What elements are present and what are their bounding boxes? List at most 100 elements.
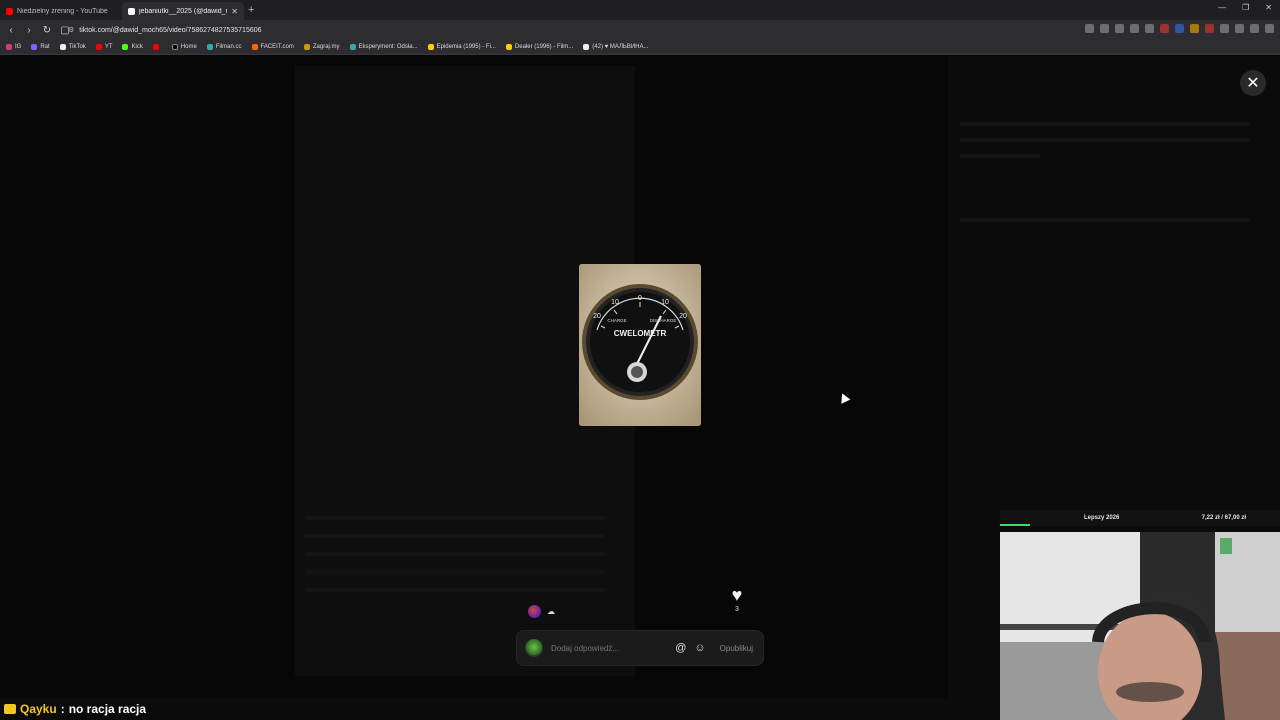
bookmark-icon bbox=[206, 44, 213, 50]
minimize-icon[interactable]: — bbox=[1218, 3, 1226, 12]
user-avatar[interactable] bbox=[528, 605, 541, 618]
extension-icon[interactable] bbox=[1085, 24, 1094, 33]
like-button[interactable]: ♥ 3 bbox=[726, 586, 748, 613]
donation-goal: Lepszy 2026 7,22 zł / 67,00 zł bbox=[1000, 510, 1280, 526]
goal-amount: 7,22 zł / 67,00 zł bbox=[1201, 515, 1246, 521]
gauge-scale-label: 0 bbox=[638, 295, 642, 302]
menu-icon[interactable] bbox=[1265, 24, 1274, 33]
cloud-icon: ☁ bbox=[547, 607, 555, 616]
tab-youtube[interactable]: Niedzielny żrening - YouTube bbox=[0, 2, 122, 20]
extension-icon[interactable] bbox=[1100, 24, 1109, 33]
gauge-discharge-label: DISCHARGE bbox=[650, 318, 677, 323]
tab-tiktok[interactable]: jebaniutki__2025 (@dawid_moc ✕ bbox=[122, 2, 244, 20]
close-window-icon[interactable]: ✕ bbox=[1265, 3, 1272, 12]
emoji-icon[interactable]: ☺ bbox=[694, 642, 705, 654]
close-tab-icon[interactable]: ✕ bbox=[231, 7, 238, 16]
background-text bbox=[960, 122, 1250, 126]
background-text bbox=[305, 588, 605, 592]
background-text bbox=[305, 570, 605, 574]
back-icon[interactable]: ‹ bbox=[6, 25, 16, 36]
reply-input[interactable] bbox=[551, 643, 668, 653]
bookmark-item[interactable]: Dealer (1996) - Film... bbox=[505, 44, 573, 50]
bookmark-icon bbox=[349, 44, 356, 50]
extension-icon[interactable] bbox=[1175, 24, 1184, 33]
restore-icon[interactable]: ❐ bbox=[1242, 3, 1249, 12]
download-icon[interactable] bbox=[1220, 24, 1229, 33]
bookmark-item[interactable]: YT bbox=[95, 44, 112, 50]
webcam-image bbox=[1000, 532, 1280, 720]
faceit-icon bbox=[251, 44, 258, 50]
extension-icon[interactable] bbox=[1160, 24, 1169, 33]
chat-username: Qayku bbox=[20, 702, 57, 716]
close-icon: ✕ bbox=[1246, 75, 1260, 92]
bookmark-item[interactable]: Epidemia (1995) - Fi... bbox=[427, 44, 496, 50]
mention-icon[interactable]: @ bbox=[675, 642, 686, 654]
close-button[interactable]: ✕ bbox=[1240, 70, 1266, 96]
bookmark-item[interactable]: Filman.cc bbox=[206, 44, 242, 50]
background-text bbox=[305, 552, 605, 556]
youtube-icon bbox=[6, 7, 13, 15]
gauge-scale-label: 10 bbox=[611, 299, 619, 306]
tab-title: jebaniutki__2025 (@dawid_moc bbox=[139, 7, 227, 15]
bookmark-item[interactable]: TikTok bbox=[59, 44, 86, 50]
publish-button[interactable]: Opublikuj bbox=[720, 644, 753, 653]
bookmark-item[interactable]: IG bbox=[6, 44, 21, 50]
gauge-scale-label: 20 bbox=[593, 313, 601, 320]
extension-icon[interactable] bbox=[1115, 24, 1124, 33]
gauge-charge-label: CHARGE bbox=[607, 318, 626, 323]
bookmark-item[interactable]: (42) ♥ МАЛЬВИНА... bbox=[583, 44, 649, 50]
extensions bbox=[1085, 24, 1274, 33]
webcam-feed bbox=[1000, 532, 1280, 720]
site-info-icon[interactable]: ⚙ bbox=[68, 26, 74, 34]
background-text bbox=[305, 534, 605, 538]
like-count: 3 bbox=[735, 606, 739, 613]
youtube-icon bbox=[95, 44, 102, 50]
url-text: tiktok.com/@dawid_moch65/video/758627482… bbox=[79, 26, 262, 34]
zoom-icon[interactable] bbox=[1130, 24, 1139, 33]
youtube-icon bbox=[152, 44, 159, 50]
bookmark-item[interactable]: Home bbox=[171, 44, 197, 50]
background-text bbox=[305, 516, 605, 520]
avatar bbox=[525, 639, 543, 657]
instagram-icon bbox=[6, 44, 12, 50]
gauge-scale-label: 20 bbox=[679, 313, 687, 320]
tiktok-icon bbox=[583, 44, 590, 50]
extension-icon[interactable] bbox=[1205, 24, 1214, 33]
bookmarks-bar: IG Rat TikTok YT Kick Home Filman.cc FAC… bbox=[0, 40, 1280, 55]
goal-title: Lepszy 2026 bbox=[1084, 515, 1120, 521]
browser-toolbar: ‹ › ↻ ▢ ⚙ tiktok.com/@dawid_moch65/video… bbox=[0, 20, 1280, 40]
kick-icon bbox=[122, 44, 129, 50]
reply-box: @ ☺ Opublikuj bbox=[516, 630, 764, 666]
bookmark-item[interactable]: FACEIT.com bbox=[251, 44, 294, 50]
bookmark-item[interactable]: Eksperyment: Odsła... bbox=[349, 44, 418, 50]
bookmark-item[interactable]: Kick bbox=[122, 44, 143, 50]
window-controls: — ❐ ✕ bbox=[1218, 3, 1272, 12]
bookmark-item[interactable]: Zagraj.my bbox=[303, 44, 340, 50]
gauge-scale-label: 10 bbox=[661, 299, 669, 306]
screen: Niedzielny żrening - YouTube jebaniutki_… bbox=[0, 0, 1280, 720]
tiktok-icon bbox=[128, 7, 135, 15]
heart-icon: ♥ bbox=[731, 585, 743, 605]
bookmark-icon bbox=[505, 44, 512, 50]
chat-message: no racja racja bbox=[68, 702, 147, 716]
forward-icon[interactable]: › bbox=[24, 25, 34, 36]
bookmark-item[interactable]: Rat bbox=[31, 44, 50, 50]
gauge-title: CWELOMETR bbox=[614, 329, 667, 338]
bookmark-item[interactable] bbox=[152, 44, 162, 50]
extension-icon[interactable] bbox=[1190, 24, 1199, 33]
subscriber-badge-icon bbox=[4, 704, 16, 714]
comment-image[interactable]: 10 0 10 20 20 CHARGE DISCHARGE CWELOMETR bbox=[579, 264, 701, 426]
reload-icon[interactable]: ↻ bbox=[42, 25, 52, 36]
reactions-row: ☁ bbox=[528, 605, 555, 618]
background-text bbox=[960, 154, 1040, 158]
bookmark-icon bbox=[303, 44, 310, 50]
goal-progress-bar bbox=[1000, 524, 1031, 526]
new-tab-button[interactable]: + bbox=[248, 4, 254, 16]
tiktok-icon bbox=[59, 44, 66, 50]
mouse-cursor bbox=[837, 391, 851, 404]
tab-title: Niedzielny żrening - YouTube bbox=[17, 7, 108, 15]
address-bar[interactable]: ⚙ tiktok.com/@dawid_moch65/video/7586274… bbox=[68, 23, 1028, 37]
link-icon[interactable] bbox=[1250, 24, 1259, 33]
puzzle-icon[interactable] bbox=[1235, 24, 1244, 33]
share-icon[interactable] bbox=[1145, 24, 1154, 33]
